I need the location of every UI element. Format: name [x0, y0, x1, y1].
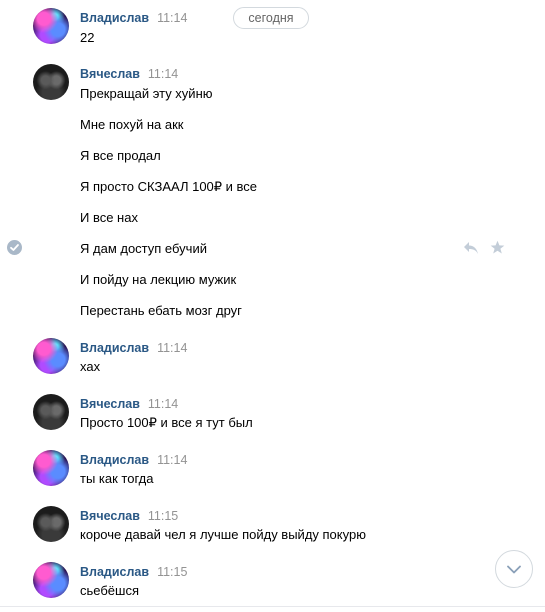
star-icon[interactable] — [490, 240, 505, 255]
author-name[interactable]: Вячеслав — [80, 67, 140, 81]
author-name[interactable]: Владислав — [80, 453, 149, 467]
avatar[interactable] — [33, 64, 69, 100]
message-text: Просто 100₽ и все я тут был — [80, 415, 253, 430]
message-text: 22 — [80, 30, 95, 45]
message-time[interactable]: 11:15 — [148, 509, 178, 523]
divider — [0, 606, 545, 607]
message-time[interactable]: 11:14 — [148, 67, 178, 81]
date-separator: сегодня — [233, 7, 309, 29]
avatar[interactable] — [33, 562, 69, 598]
message-header: Владислав 11:14 — [80, 341, 187, 355]
message-header: Вячеслав 11:14 — [80, 67, 178, 81]
reply-icon[interactable] — [463, 241, 479, 255]
message-text: Мне похуй на акк — [80, 117, 184, 132]
author-name[interactable]: Владислав — [80, 341, 149, 355]
message-text: Перестань ебать мозг друг — [80, 303, 242, 318]
avatar[interactable] — [33, 8, 69, 44]
scroll-down-button[interactable] — [495, 550, 533, 588]
message-text: И все нах — [80, 210, 138, 225]
message-text: Я все продал — [80, 148, 161, 163]
author-name[interactable]: Владислав — [80, 565, 149, 579]
message-text: И пойду на лекцию мужик — [80, 272, 237, 287]
message-header: Вячеслав 11:14 — [80, 397, 178, 411]
author-name[interactable]: Вячеслав — [80, 509, 140, 523]
message-text: Я просто СКЗААЛ 100₽ и все — [80, 179, 258, 194]
author-name[interactable]: Владислав — [80, 11, 149, 25]
message-header: Владислав 11:14 — [80, 453, 187, 467]
message-text: хах — [80, 359, 101, 374]
chevron-down-icon — [507, 565, 521, 574]
message-text: Прекращай эту хуйню — [80, 86, 213, 101]
chat-history: сегодня Владислав 11:14 22 Вячеслав 11:14 … — [0, 0, 545, 612]
message-text: Я дам доступ ебучий — [80, 241, 207, 256]
avatar[interactable] — [33, 506, 69, 542]
check-circle-icon[interactable] — [7, 240, 22, 255]
avatar[interactable] — [33, 394, 69, 430]
message-time[interactable]: 11:15 — [157, 565, 187, 579]
message-text: ты как тогда — [80, 471, 154, 486]
message-text: сьебёшся — [80, 583, 140, 598]
message-header: Владислав 11:14 — [80, 11, 187, 25]
author-name[interactable]: Вячеслав — [80, 397, 140, 411]
message-time[interactable]: 11:14 — [157, 341, 187, 355]
message-header: Вячеслав 11:15 — [80, 509, 178, 523]
message-text: короче давай чел я лучше пойду выйду пок… — [80, 527, 366, 542]
message-time[interactable]: 11:14 — [157, 453, 187, 467]
message-header: Владислав 11:15 — [80, 565, 187, 579]
avatar[interactable] — [33, 450, 69, 486]
message-time[interactable]: 11:14 — [148, 397, 178, 411]
avatar[interactable] — [33, 338, 69, 374]
message-time[interactable]: 11:14 — [157, 11, 187, 25]
